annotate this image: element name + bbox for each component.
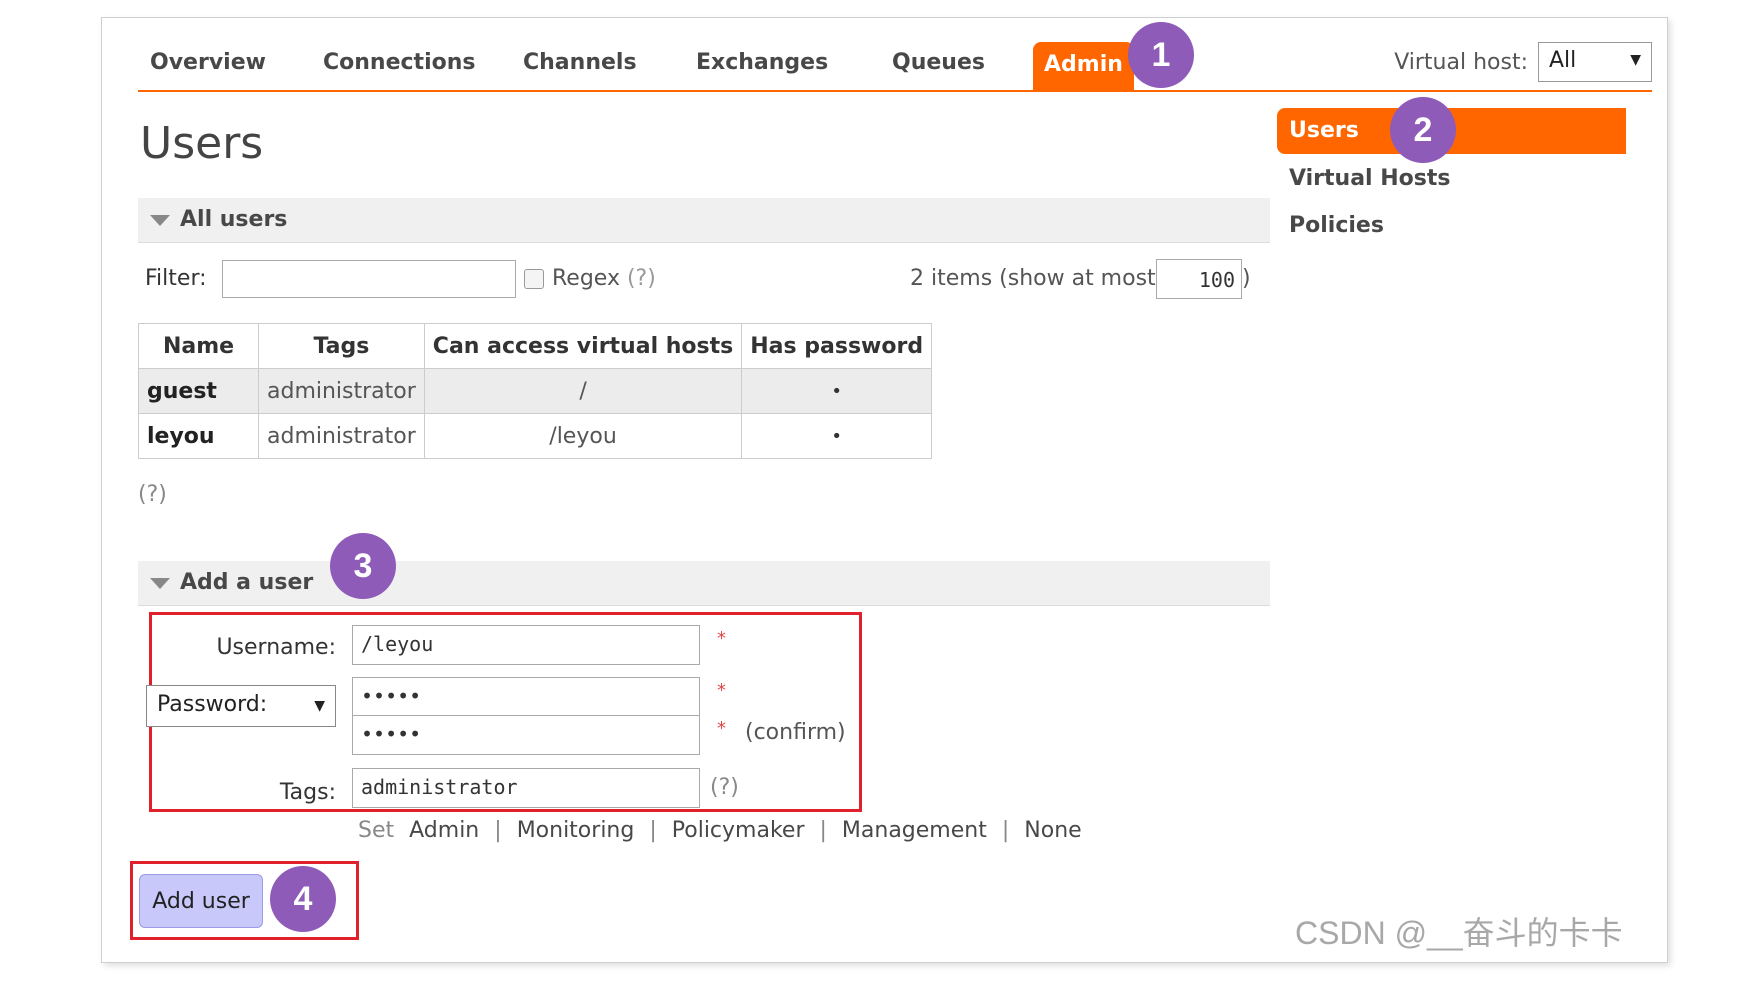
tab-connections[interactable]: Connections xyxy=(323,50,475,75)
add-user-header[interactable]: Add a user xyxy=(138,561,1270,606)
confirm-label: (confirm) xyxy=(745,720,846,745)
separator: | xyxy=(649,818,657,843)
has-password-dot: • xyxy=(741,368,933,414)
filter-input[interactable] xyxy=(222,260,516,298)
set-tag-monitoring[interactable]: Monitoring xyxy=(517,818,635,843)
tab-queues[interactable]: Queues xyxy=(892,50,985,75)
separator: | xyxy=(819,818,827,843)
sidebar-item-policies[interactable]: Policies xyxy=(1277,203,1626,249)
user-vhosts: / xyxy=(423,368,743,414)
password-mode-value: Password: xyxy=(157,692,268,717)
virtual-host-label: Virtual host: xyxy=(1394,50,1528,75)
required-mark: * xyxy=(717,718,726,739)
column-header-has-password: Has password xyxy=(741,323,933,369)
virtual-host-select[interactable]: All ▼ xyxy=(1538,42,1652,82)
tab-channels[interactable]: Channels xyxy=(523,50,637,75)
all-users-heading: All users xyxy=(180,207,288,232)
tags-label: Tags: xyxy=(279,780,336,805)
tab-exchanges[interactable]: Exchanges xyxy=(696,50,828,75)
add-user-heading: Add a user xyxy=(180,570,314,595)
tab-admin[interactable]: Admin xyxy=(1033,42,1134,90)
user-tags: administrator xyxy=(258,413,425,459)
password-input[interactable]: ••••• xyxy=(352,677,700,717)
password-mode-select[interactable]: Password: ▼ xyxy=(146,685,336,727)
set-tag-admin[interactable]: Admin xyxy=(409,818,479,843)
table-help-link[interactable]: (?) xyxy=(138,482,167,507)
regex-label: Regex (?) xyxy=(552,266,656,291)
step-badge-3: 3 xyxy=(330,533,396,599)
user-vhosts: /leyou xyxy=(423,413,743,459)
separator: | xyxy=(494,818,502,843)
items-close-paren: ) xyxy=(1242,266,1251,291)
dropdown-arrow-icon: ▼ xyxy=(314,698,325,714)
filter-label: Filter: xyxy=(145,266,207,291)
add-user-button[interactable]: Add user xyxy=(139,874,263,928)
column-header-vhosts: Can access virtual hosts xyxy=(423,323,743,369)
username-input[interactable]: /leyou xyxy=(352,625,700,665)
username-label: Username: xyxy=(216,635,336,660)
top-nav: Overview Connections Channels Exchanges … xyxy=(138,42,1652,92)
collapse-triangle-icon xyxy=(150,215,170,226)
table-header-row: Name Tags Can access virtual hosts Has p… xyxy=(138,323,933,369)
sidebar-item-virtual-hosts[interactable]: Virtual Hosts xyxy=(1277,156,1626,202)
items-max-input[interactable]: 100 xyxy=(1156,259,1242,299)
set-tag-policymaker[interactable]: Policymaker xyxy=(672,818,805,843)
set-tag-none[interactable]: None xyxy=(1024,818,1081,843)
all-users-header[interactable]: All users xyxy=(138,198,1270,243)
step-badge-2: 2 xyxy=(1390,97,1456,163)
user-tags: administrator xyxy=(258,368,425,414)
column-header-name: Name xyxy=(138,323,259,369)
table-row[interactable]: leyou administrator /leyou • xyxy=(138,413,933,459)
tab-overview[interactable]: Overview xyxy=(150,50,266,75)
regex-checkbox[interactable] xyxy=(524,269,544,289)
page-title: Users xyxy=(140,118,264,169)
tags-help-link[interactable]: (?) xyxy=(710,775,739,800)
has-password-dot: • xyxy=(741,413,933,459)
confirm-password-input[interactable]: ••••• xyxy=(352,715,700,755)
user-name-link[interactable]: leyou xyxy=(138,413,259,459)
regex-help-link[interactable]: (?) xyxy=(627,266,656,291)
items-count-text: 2 items (show at most xyxy=(910,266,1156,291)
watermark: CSDN @__奋斗的卡卡 xyxy=(1295,915,1623,951)
separator: | xyxy=(1001,818,1010,843)
required-mark: * xyxy=(717,680,726,701)
set-tags-row: Set Admin | Monitoring | Policymaker | M… xyxy=(358,818,1082,843)
collapse-triangle-icon xyxy=(150,578,170,589)
user-name-link[interactable]: guest xyxy=(138,368,259,414)
tags-input[interactable]: administrator xyxy=(352,768,700,808)
dropdown-arrow-icon: ▼ xyxy=(1630,52,1641,68)
regex-text: Regex xyxy=(552,266,620,291)
virtual-host-value: All xyxy=(1549,48,1577,73)
required-mark: * xyxy=(717,628,726,649)
users-table: Name Tags Can access virtual hosts Has p… xyxy=(138,323,933,459)
set-label: Set xyxy=(358,818,395,843)
set-tag-management[interactable]: Management xyxy=(842,818,987,843)
table-row[interactable]: guest administrator / • xyxy=(138,368,933,414)
step-badge-4: 4 xyxy=(270,866,336,932)
step-badge-1: 1 xyxy=(1128,22,1194,88)
column-header-tags: Tags xyxy=(258,323,425,369)
